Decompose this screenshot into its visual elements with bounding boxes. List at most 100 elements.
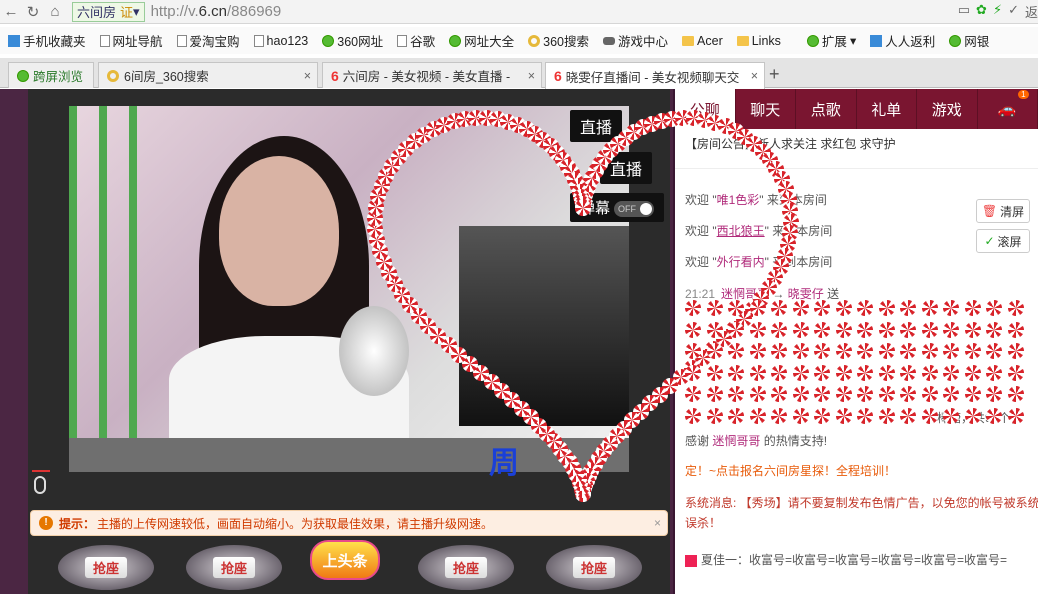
background-equipment xyxy=(459,226,629,426)
tab-live-room[interactable]: 6 晓雯仔直播间 - 美女视频聊天交 × xyxy=(545,62,765,89)
lollipop-icon xyxy=(964,321,981,338)
user-name[interactable]: 西北狼王 xyxy=(717,224,765,238)
bookmark-item[interactable]: 网址导航 xyxy=(99,31,163,50)
close-icon[interactable]: × xyxy=(528,69,535,83)
lollipop-icon xyxy=(685,386,701,402)
tab-cross-screen[interactable]: 跨屏浏览 xyxy=(8,62,94,88)
refresh-icon[interactable]: ↻ xyxy=(22,1,44,23)
marquee-line: 夏佳一：收富号=收富号=收富号=收富号=收富号=收富号= xyxy=(675,551,1038,571)
bookmark-item[interactable]: 360网址 xyxy=(322,31,383,50)
tab-360-search[interactable]: 6间房_360搜索 × xyxy=(98,62,318,88)
tab-label: 晓雯仔直播间 - 美女视频聊天交 xyxy=(565,70,740,85)
bolt-icon[interactable]: ⚡ xyxy=(993,2,1002,21)
seat-button[interactable]: 抢座 xyxy=(58,545,154,590)
bookmark-item[interactable]: Acer xyxy=(682,34,723,48)
lollipop-icon xyxy=(771,407,787,424)
bookmark-item[interactable]: 人人返利 xyxy=(870,31,935,50)
lollipop-icon xyxy=(878,343,895,359)
mic-icon[interactable] xyxy=(34,476,46,494)
microphone xyxy=(339,306,409,396)
close-icon[interactable]: × xyxy=(751,69,758,83)
close-icon[interactable]: × xyxy=(654,516,661,530)
user-name[interactable]: 唯1色彩 xyxy=(717,193,760,207)
clear-screen-button[interactable]: 🗑 清屏 xyxy=(976,199,1030,223)
lollipop-icon xyxy=(986,300,1002,316)
lollipop-icon xyxy=(835,364,852,381)
shield-icon xyxy=(949,34,962,47)
back-icon[interactable]: ← xyxy=(0,1,22,23)
lollipop-icon xyxy=(900,386,916,402)
chevron-down-icon: ▾ xyxy=(133,3,140,19)
tab-song[interactable]: 点歌 xyxy=(796,89,857,129)
car-icon: 🚗 1 xyxy=(998,90,1029,118)
lollipop-icon xyxy=(685,300,701,316)
seat-button[interactable]: 抢座 xyxy=(546,545,642,590)
return-label[interactable]: 返 xyxy=(1025,2,1038,21)
lollipop-icon xyxy=(814,343,830,359)
close-icon[interactable]: × xyxy=(304,69,311,83)
new-tab-icon[interactable]: + xyxy=(769,64,780,85)
lollipop-icon xyxy=(900,364,916,381)
bookmark-item[interactable]: 网址大全 xyxy=(449,31,514,50)
lollipop-icon xyxy=(1007,300,1024,316)
tab-gift-list[interactable]: 礼单 xyxy=(857,89,917,129)
headline-button[interactable]: 上头条 xyxy=(310,540,380,580)
doc-icon xyxy=(176,34,187,47)
thanks-suffix: 的热情支持! xyxy=(760,434,828,448)
leaf-icon[interactable]: ✿ xyxy=(976,2,987,21)
lollipop-icon xyxy=(685,321,701,338)
bookmark-label: 谷歌 xyxy=(410,35,436,49)
bookmark-item[interactable]: 扩展 ▾ xyxy=(806,31,857,50)
gift-verb: 送 xyxy=(827,287,840,301)
home-icon[interactable]: ⌂ xyxy=(44,1,66,23)
doc-icon xyxy=(397,34,408,47)
lollipop-icon xyxy=(1007,321,1024,338)
bookmark-item[interactable]: 手机收藏夹 xyxy=(8,31,86,50)
tab-games[interactable]: 游戏 xyxy=(917,89,978,129)
bookmark-item[interactable]: 360搜索 xyxy=(528,31,589,50)
bookmark-item[interactable]: 谷歌 xyxy=(397,31,435,50)
network-notice: ! 提示： 主播的上传网速较低，画面自动缩小。为获取最佳效果，请主播升级网速。 … xyxy=(30,510,668,536)
tab-chat[interactable]: 聊天 xyxy=(736,89,796,129)
lollipop-icon xyxy=(749,386,766,402)
chevron-down-icon: ▾ xyxy=(849,34,857,48)
site-identity[interactable]: 六间房 证 ▾ xyxy=(72,1,145,22)
chat-welcome-3: 欢迎 "外行看内" 来到本房间 xyxy=(685,253,832,270)
welcome-prefix: 欢迎 " xyxy=(685,193,717,207)
seat-button[interactable]: 抢座 xyxy=(186,545,282,590)
lollipop-icon xyxy=(706,343,723,359)
danmu-toggle[interactable]: OFF xyxy=(614,201,655,218)
lollipop-icon xyxy=(771,386,787,402)
bookmark-item[interactable]: 网银 xyxy=(949,31,989,50)
address-right-tools: ▭ ✿ ⚡ ✓ 返 xyxy=(958,2,1038,21)
lollipop-icon xyxy=(857,343,873,359)
url-field[interactable]: http://v.6.cn/886969 xyxy=(151,3,282,20)
lollipop-icon xyxy=(706,300,723,316)
bookmark-item[interactable]: hao123 xyxy=(253,34,308,48)
user-name[interactable]: 迷惘哥哥 xyxy=(712,434,760,448)
bookmark-label: 360搜索 xyxy=(543,35,590,49)
lollipop-icon xyxy=(835,386,852,402)
bookmark-label: 网银 xyxy=(964,35,990,49)
url-domain: 6.cn xyxy=(198,3,227,20)
url-path: /886969 xyxy=(227,3,282,20)
video-player[interactable] xyxy=(69,106,629,438)
check-circle-icon: ✓ xyxy=(984,234,995,248)
tab-6cn-home[interactable]: 6 六间房 - 美女视频 - 美女直播 - × xyxy=(322,62,542,88)
system-promo[interactable]: 定！~点击报名六间房星探！全程培训！ xyxy=(685,461,1038,481)
lollipop-icon xyxy=(685,343,701,359)
tab-car[interactable]: 🚗 1 xyxy=(978,89,1038,129)
seat-button[interactable]: 抢座 xyxy=(418,545,514,590)
scroll-screen-button[interactable]: ✓ 滚屏 xyxy=(976,229,1030,253)
user-name[interactable]: 外行看内 xyxy=(717,255,765,269)
6cn-logo-icon: 6 xyxy=(331,67,339,84)
user-name[interactable]: 晓雯仔 xyxy=(788,287,824,301)
lollipop-icon xyxy=(1007,343,1024,359)
bookmark-item[interactable]: Links xyxy=(736,34,781,48)
bookmark-item[interactable]: 游戏中心 xyxy=(603,31,668,50)
lollipop-icon xyxy=(1007,386,1024,402)
video-icon[interactable]: ▭ xyxy=(958,2,970,21)
check-dropdown-icon[interactable]: ✓ xyxy=(1008,2,1019,21)
bookmark-label: 手机收藏夹 xyxy=(23,35,86,49)
bookmark-item[interactable]: 爱淘宝购 xyxy=(176,31,240,50)
